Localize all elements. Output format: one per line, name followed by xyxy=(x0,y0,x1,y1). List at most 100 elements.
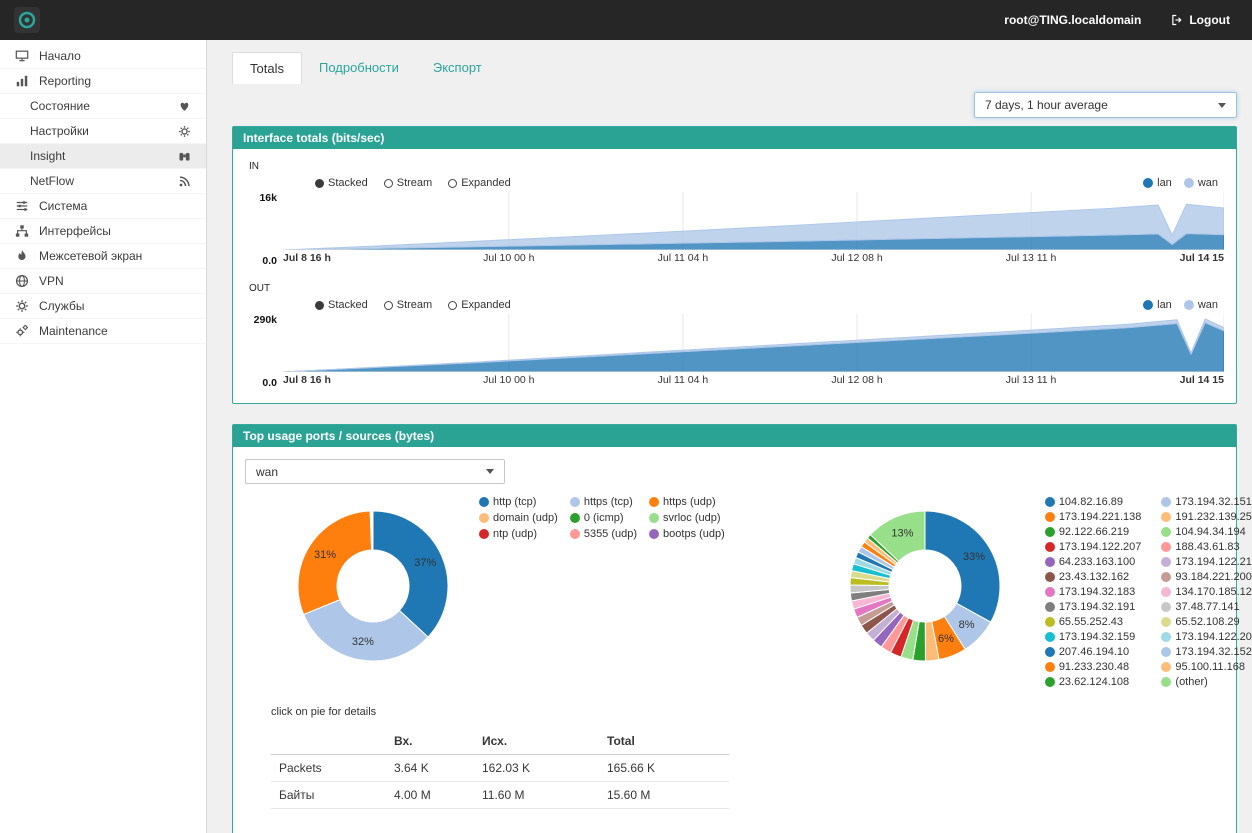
legend-item[interactable]: 23.62.124.108 xyxy=(1045,676,1142,688)
interface-totals-panel: Interface totals (bits/sec) IN StackedSt… xyxy=(232,126,1237,404)
legend-item[interactable]: 173.194.122.215 xyxy=(1161,556,1252,568)
legend-label: 207.46.194.10 xyxy=(1059,646,1129,658)
sign-out-icon xyxy=(1171,14,1183,26)
legend-item[interactable]: (other) xyxy=(1161,676,1252,688)
chart-mode-radio[interactable]: Stacked xyxy=(315,299,368,311)
summary-table: Вх. Исх. Total Packets 3.64 K 162.03 K 1… xyxy=(271,728,729,809)
stacked-area-chart[interactable] xyxy=(283,314,1224,372)
legend-item[interactable]: 173.194.122.201 xyxy=(1161,631,1252,643)
chart-mode-radio[interactable]: Expanded xyxy=(448,299,511,311)
legend-item[interactable]: 134.170.185.125 xyxy=(1161,586,1252,598)
chart-mode-controls: Stacked Stream Expanded xyxy=(315,177,511,189)
period-select[interactable]: 7 days, 1 hour average xyxy=(974,92,1237,118)
interface-select[interactable]: wan xyxy=(245,459,505,484)
legend-item[interactable]: 191.232.139.254 xyxy=(1161,511,1252,523)
legend-item[interactable]: bootps (udp) xyxy=(649,528,725,540)
sidebar-item-vpn[interactable]: VPN xyxy=(0,269,206,294)
sidebar-item-services[interactable]: Службы xyxy=(0,294,206,319)
legend-item[interactable]: 188.43.61.83 xyxy=(1161,541,1252,553)
heart-pulse-icon xyxy=(176,100,192,113)
tab-export[interactable]: Экспорт xyxy=(416,52,499,84)
legend-item[interactable]: 104.82.16.89 xyxy=(1045,496,1142,508)
legend-item[interactable]: 23.43.132.162 xyxy=(1045,571,1142,583)
tab-details[interactable]: Подробности xyxy=(302,52,416,84)
sidebar-item-label: Insight xyxy=(30,149,65,163)
sidebar-item-label: Интерфейсы xyxy=(39,224,111,238)
ports-pie[interactable]: 37%32%31% xyxy=(293,506,453,666)
app-logo[interactable] xyxy=(14,7,40,33)
chart-mode-radio[interactable]: Expanded xyxy=(448,177,511,189)
tab-totals[interactable]: Totals xyxy=(232,52,302,84)
chart-io-label: IN xyxy=(249,161,1224,172)
series-legend-item[interactable]: wan xyxy=(1184,299,1218,311)
legend-item[interactable]: 207.46.194.10 xyxy=(1045,646,1142,658)
sidebar-item-settings[interactable]: Настройки xyxy=(0,119,206,144)
series-legend-item[interactable]: wan xyxy=(1184,177,1218,189)
bar-chart-icon xyxy=(14,74,30,88)
logout-button[interactable]: Logout xyxy=(1163,7,1238,33)
chart-series-legend: lanwan xyxy=(1143,177,1218,189)
series-legend-item[interactable]: lan xyxy=(1143,177,1172,189)
sidebar-item-label: Reporting xyxy=(39,74,91,88)
y-axis-max-label: 16k xyxy=(259,192,277,204)
legend-swatch xyxy=(479,513,489,523)
pie-hint-text: click on pie for details xyxy=(271,706,1224,718)
legend-swatch xyxy=(479,497,489,507)
legend-swatch xyxy=(1161,512,1171,522)
sources-pie[interactable]: 33%8%6%13% xyxy=(845,506,1005,666)
legend-item[interactable]: 0 (icmp) xyxy=(570,512,637,524)
sidebar-item-insight[interactable]: Insight xyxy=(0,144,206,169)
sidebar-item-reporting[interactable]: Reporting xyxy=(0,69,206,94)
chart-mode-radio[interactable]: Stacked xyxy=(315,177,368,189)
table-header: Вх. xyxy=(386,728,474,755)
legend-item[interactable]: 173.194.122.207 xyxy=(1045,541,1142,553)
legend-item[interactable]: 92.122.66.219 xyxy=(1045,526,1142,538)
legend-swatch xyxy=(1045,662,1055,672)
sidebar-item-interfaces[interactable]: Интерфейсы xyxy=(0,219,206,244)
legend-item[interactable]: 91.233.230.48 xyxy=(1045,661,1142,673)
sidebar-item-label: Система xyxy=(39,199,87,213)
table-cell: Байты xyxy=(271,782,386,809)
legend-item[interactable]: domain (udp) xyxy=(479,512,558,524)
legend-label: 173.194.32.152 xyxy=(1175,646,1251,658)
legend-label: 191.232.139.254 xyxy=(1175,511,1252,523)
legend-item[interactable]: 173.194.32.183 xyxy=(1045,586,1142,598)
sidebar-item-status[interactable]: Состояние xyxy=(0,94,206,119)
legend-swatch xyxy=(649,529,659,539)
chart-mode-radio[interactable]: Stream xyxy=(384,299,432,311)
legend-item[interactable]: https (udp) xyxy=(649,496,725,508)
sidebar-item-netflow[interactable]: NetFlow xyxy=(0,169,206,194)
table-header: Исх. xyxy=(474,728,599,755)
legend-item[interactable]: svrloc (udp) xyxy=(649,512,725,524)
legend-item[interactable]: https (tcp) xyxy=(570,496,637,508)
legend-item[interactable]: 64.233.163.100 xyxy=(1045,556,1142,568)
table-cell: 11.60 M xyxy=(474,782,599,809)
legend-item[interactable]: 173.194.32.152 xyxy=(1161,646,1252,658)
in-traffic-chart: IN StackedStreamExpanded lanwan 16k 0.0 … xyxy=(245,161,1224,267)
chart-mode-radio[interactable]: Stream xyxy=(384,177,432,189)
legend-swatch xyxy=(570,513,580,523)
sidebar-item-system[interactable]: Система xyxy=(0,194,206,219)
sidebar-item-home[interactable]: Начало xyxy=(0,44,206,69)
sidebar-item-firewall[interactable]: Межсетевой экран xyxy=(0,244,206,269)
legend-item[interactable]: 173.194.32.151 xyxy=(1161,496,1252,508)
legend-item[interactable]: 95.100.11.168 xyxy=(1161,661,1252,673)
legend-item[interactable]: 65.55.252.43 xyxy=(1045,616,1142,628)
legend-label: 134.170.185.125 xyxy=(1175,586,1252,598)
legend-item[interactable]: 37.48.77.141 xyxy=(1161,601,1252,613)
legend-item[interactable]: http (tcp) xyxy=(479,496,558,508)
legend-item[interactable]: 104.94.34.194 xyxy=(1161,526,1252,538)
legend-item[interactable]: ntp (udp) xyxy=(479,528,558,540)
legend-item[interactable]: 173.194.221.138 xyxy=(1045,511,1142,523)
legend-item[interactable]: 173.194.32.191 xyxy=(1045,601,1142,613)
x-axis-label: Jul 13 11 h xyxy=(1006,252,1057,264)
stacked-area-chart[interactable] xyxy=(283,192,1224,250)
legend-item[interactable]: 65.52.108.29 xyxy=(1161,616,1252,628)
legend-item[interactable]: 5355 (udp) xyxy=(570,528,637,540)
x-axis-label: Jul 13 11 h xyxy=(1006,374,1057,386)
ports-donut-chart: 37%32%31% http (tcp) https (tcp) https (ud… xyxy=(293,492,725,666)
legend-item[interactable]: 93.184.221.200 xyxy=(1161,571,1252,583)
series-legend-item[interactable]: lan xyxy=(1143,299,1172,311)
legend-item[interactable]: 173.194.32.159 xyxy=(1045,631,1142,643)
sidebar-item-maintenance[interactable]: Maintenance xyxy=(0,319,206,344)
